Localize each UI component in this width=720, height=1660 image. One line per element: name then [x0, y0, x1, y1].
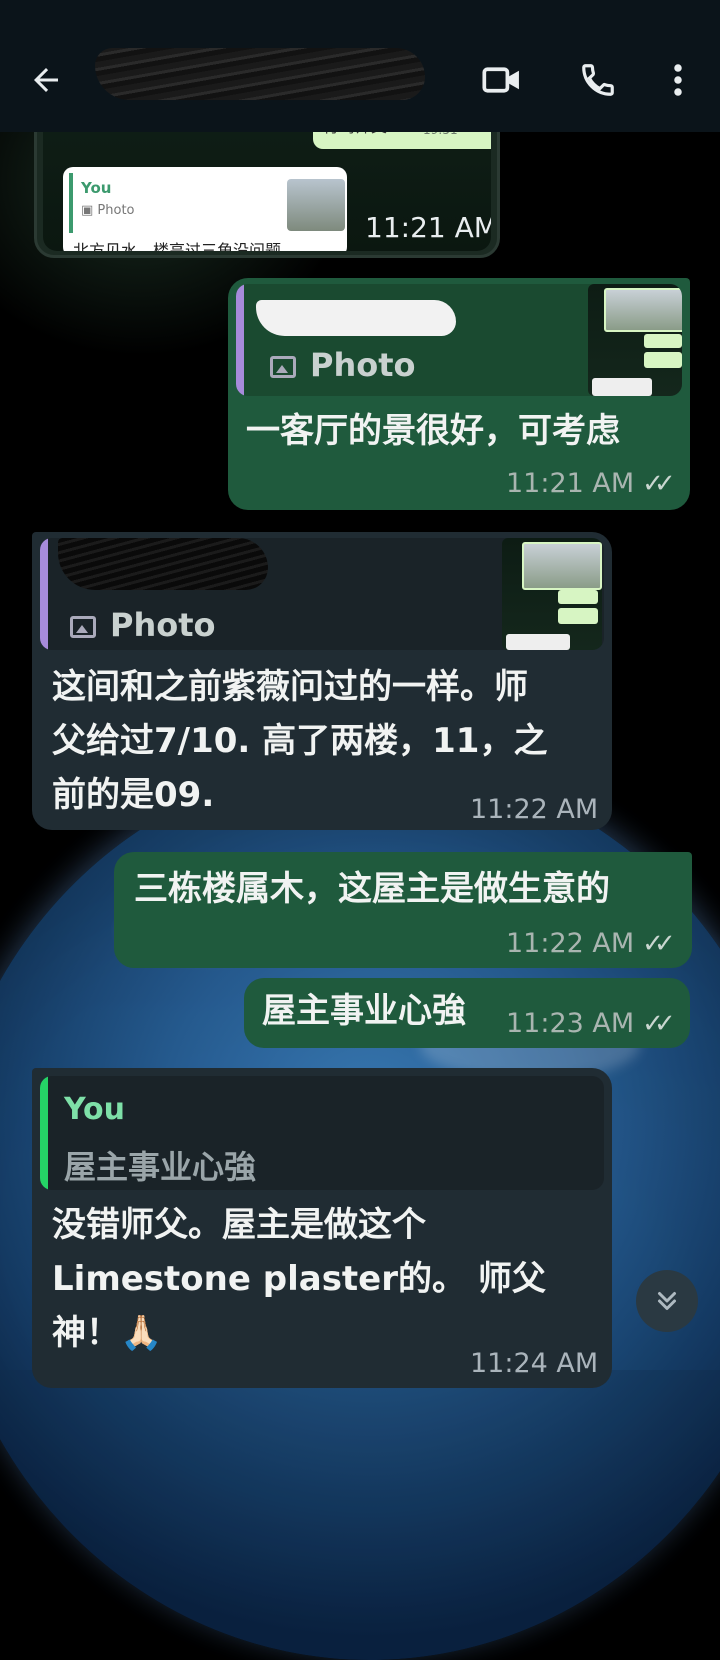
- message-text: 一客厅的景很好，可考虑: [246, 411, 620, 451]
- message-text: 没错师父。屋主是做这个 Limestone plaster的。 师父 神！🙏🏻: [52, 1198, 546, 1360]
- inner-quote-thumbnail: [287, 179, 345, 231]
- voice-call-icon[interactable]: [576, 58, 620, 102]
- message-bubble-forwarded[interactable]: 行吗师父? 19:51 You ▣ Photo 北方见水，楼高过三角没问题 11…: [34, 112, 500, 258]
- quote-author: You: [64, 1092, 125, 1127]
- message-text-line: 父给过7/10. 高了两楼，11，之: [52, 721, 548, 761]
- inner-message-text: 北方见水，楼高过三角没问题: [73, 241, 282, 251]
- message-time: 11:22 AM: [506, 928, 635, 959]
- message-time: 11:22 AM: [470, 794, 599, 825]
- message-time: 11:23 AM: [506, 1008, 635, 1039]
- inner-quote-type: ▣ Photo: [81, 203, 135, 218]
- read-receipt-icon: ✓✓: [642, 469, 675, 499]
- quote-text: 屋主事业心強: [64, 1148, 257, 1186]
- quote-thumbnail: [502, 538, 602, 650]
- message-bubble-incoming[interactable]: Photo 这间和之前紫薇问过的一样。师 父给过7/10. 高了两楼，11，之 …: [32, 532, 612, 830]
- photo-icon: [70, 616, 96, 638]
- read-receipt-icon: ✓✓: [642, 929, 675, 959]
- quote-type: Photo: [270, 346, 416, 384]
- inner-quoted-card: You ▣ Photo 北方见水，楼高过三角没问题: [63, 167, 347, 251]
- quote-type: Photo: [70, 606, 216, 644]
- message-time: 11:21 AM: [506, 468, 635, 499]
- quote-author-redacted: [58, 538, 268, 590]
- message-text: 屋主事业心強: [262, 991, 466, 1031]
- message-text-line: Limestone plaster的。 师父: [52, 1259, 546, 1299]
- read-receipt-icon: ✓✓: [642, 1009, 675, 1039]
- quote-author-redacted: [256, 300, 456, 336]
- quote-thumbnail: [588, 284, 682, 396]
- message-bubble-outgoing[interactable]: Photo 一客厅的景很好，可考虑 11:21 AM ✓✓: [228, 278, 690, 510]
- video-call-icon[interactable]: [480, 58, 524, 102]
- message-time-row: 11:23 AM ✓✓: [506, 1008, 676, 1039]
- photo-icon: [270, 356, 296, 378]
- inner-quote-author: You: [81, 179, 112, 197]
- quoted-photo-message[interactable]: Photo: [40, 538, 604, 650]
- message-bubble-outgoing[interactable]: 屋主事业心強 11:23 AM ✓✓: [244, 978, 690, 1048]
- message-time-row: 11:22 AM ✓✓: [506, 928, 676, 959]
- quoted-text-message[interactable]: You 屋主事业心強: [40, 1076, 604, 1190]
- message-text-line: 没错师父。屋主是做这个: [52, 1205, 426, 1245]
- message-text: 三栋楼属木，这屋主是做生意的: [134, 869, 610, 909]
- quoted-photo-message[interactable]: Photo: [236, 284, 682, 396]
- message-time-row: 11:21 AM ✓✓: [506, 468, 676, 499]
- double-chevron-down-icon: [658, 1292, 676, 1310]
- message-bubble-outgoing[interactable]: 三栋楼属木，这屋主是做生意的 11:22 AM ✓✓: [114, 852, 692, 968]
- chat-header: [0, 0, 720, 132]
- inner-screenshot: 行吗师父? 19:51 You ▣ Photo 北方见水，楼高过三角没问题 11…: [43, 115, 491, 251]
- scroll-to-bottom-button[interactable]: [636, 1270, 698, 1332]
- message-text-line: 这间和之前紫薇问过的一样。师: [52, 667, 528, 707]
- back-arrow-icon[interactable]: [24, 58, 68, 102]
- more-options-icon[interactable]: [656, 58, 700, 102]
- contact-name-redacted[interactable]: [95, 48, 425, 100]
- message-time: 11:21 AM: [365, 211, 491, 244]
- message-bubble-incoming[interactable]: You 屋主事业心強 没错师父。屋主是做这个 Limestone plaster…: [32, 1068, 612, 1388]
- message-time: 11:24 AM: [470, 1348, 599, 1379]
